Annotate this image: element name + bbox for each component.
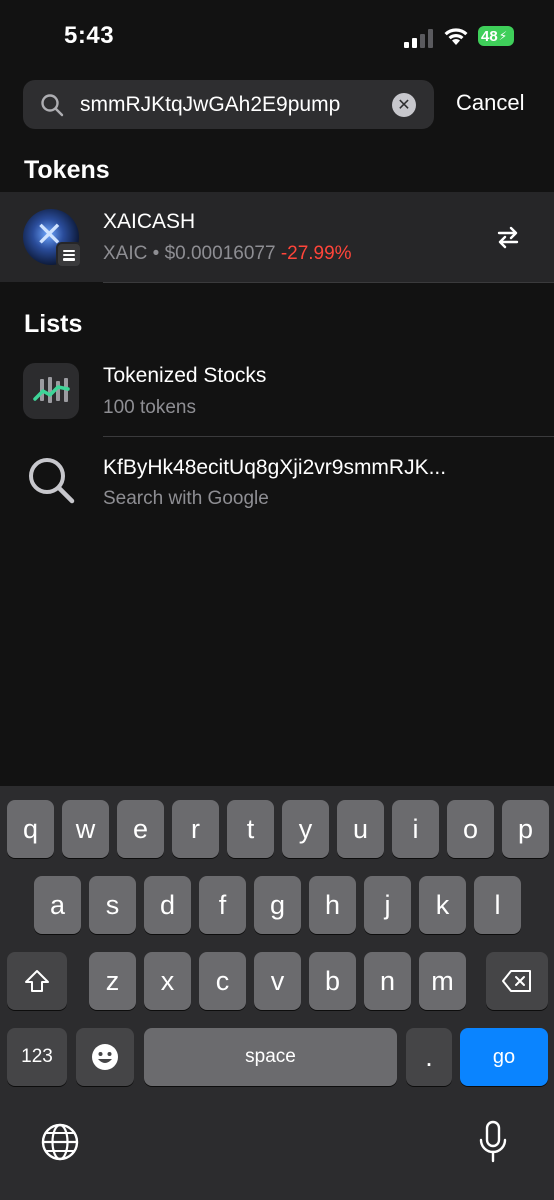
status-time: 5:43 [64, 22, 115, 49]
search-field[interactable] [23, 80, 434, 129]
key-y[interactable]: y [282, 800, 329, 858]
numbers-key[interactable]: 123 [7, 1028, 67, 1086]
key-w[interactable]: w [62, 800, 109, 858]
globe-icon[interactable] [40, 1122, 80, 1162]
key-p[interactable]: p [502, 800, 549, 858]
key-r[interactable]: r [172, 800, 219, 858]
key-v[interactable]: v [254, 952, 301, 1010]
divider [103, 282, 554, 283]
key-j[interactable]: j [364, 876, 411, 934]
battery-indicator: 48 ⚡ [478, 26, 514, 46]
key-c[interactable]: c [199, 952, 246, 1010]
key-a[interactable]: a [34, 876, 81, 934]
cellular-signal-icon [404, 29, 433, 48]
key-m[interactable]: m [419, 952, 466, 1010]
tokens-section-title: Tokens [24, 156, 110, 184]
key-k[interactable]: k [419, 876, 466, 934]
key-s[interactable]: s [89, 876, 136, 934]
search-icon [29, 458, 75, 504]
key-x[interactable]: x [144, 952, 191, 1010]
swap-icon[interactable] [494, 223, 522, 251]
key-t[interactable]: t [227, 800, 274, 858]
key-e[interactable]: e [117, 800, 164, 858]
key-n[interactable]: n [364, 952, 411, 1010]
status-bar: 5:43 48 ⚡ [0, 0, 554, 74]
clear-search-button[interactable]: ✕ [392, 93, 416, 117]
key-g[interactable]: g [254, 876, 301, 934]
key-z[interactable]: z [89, 952, 136, 1010]
key-u[interactable]: u [337, 800, 384, 858]
period-key[interactable]: . [406, 1028, 452, 1086]
key-d[interactable]: d [144, 876, 191, 934]
battery-level: 48 [481, 27, 498, 45]
close-icon: ✕ [397, 97, 411, 114]
lists-section-title: Lists [24, 310, 83, 338]
token-details: XAIC • $0.00016077 -27.99% [103, 243, 352, 265]
key-f[interactable]: f [199, 876, 246, 934]
token-name: XAICASH [103, 210, 196, 233]
wifi-icon [444, 28, 468, 45]
charging-bolt-icon: ⚡ [498, 29, 508, 43]
key-l[interactable]: l [474, 876, 521, 934]
key-q[interactable]: q [7, 800, 54, 858]
space-key[interactable]: space [144, 1028, 397, 1086]
emoji-key[interactable] [76, 1028, 134, 1086]
chart-icon [23, 363, 79, 419]
key-i[interactable]: i [392, 800, 439, 858]
token-price-change: -27.99% [280, 243, 352, 264]
shift-key[interactable] [7, 952, 67, 1010]
token-symbol: XAIC [103, 243, 148, 264]
token-row[interactable]: ✕ [0, 192, 554, 282]
emoji-icon [92, 1044, 118, 1070]
web-search-query: KfByHk48ecitUq8gXji2vr9smmRJK... [103, 456, 447, 479]
key-h[interactable]: h [309, 876, 356, 934]
web-search-subtitle: Search with Google [103, 488, 269, 509]
microphone-icon[interactable] [478, 1120, 508, 1164]
shift-icon [25, 970, 49, 992]
keyboard: qwertyuiop asdfghjkl zxcvbnm 123 space .… [0, 786, 554, 1200]
solana-chain-badge-icon [56, 242, 82, 268]
go-button[interactable]: go [460, 1028, 548, 1086]
separator-dot: • [152, 243, 160, 264]
search-input[interactable] [80, 88, 385, 122]
key-b[interactable]: b [309, 952, 356, 1010]
search-icon [41, 94, 64, 117]
key-o[interactable]: o [447, 800, 494, 858]
divider [103, 436, 554, 437]
delete-key[interactable] [486, 952, 548, 1010]
list-item-title: Tokenized Stocks [103, 364, 267, 387]
token-price: $0.00016077 [164, 243, 276, 264]
list-item-subtitle: 100 tokens [103, 397, 196, 418]
backspace-icon [502, 970, 531, 992]
cancel-button[interactable]: Cancel [456, 90, 524, 116]
